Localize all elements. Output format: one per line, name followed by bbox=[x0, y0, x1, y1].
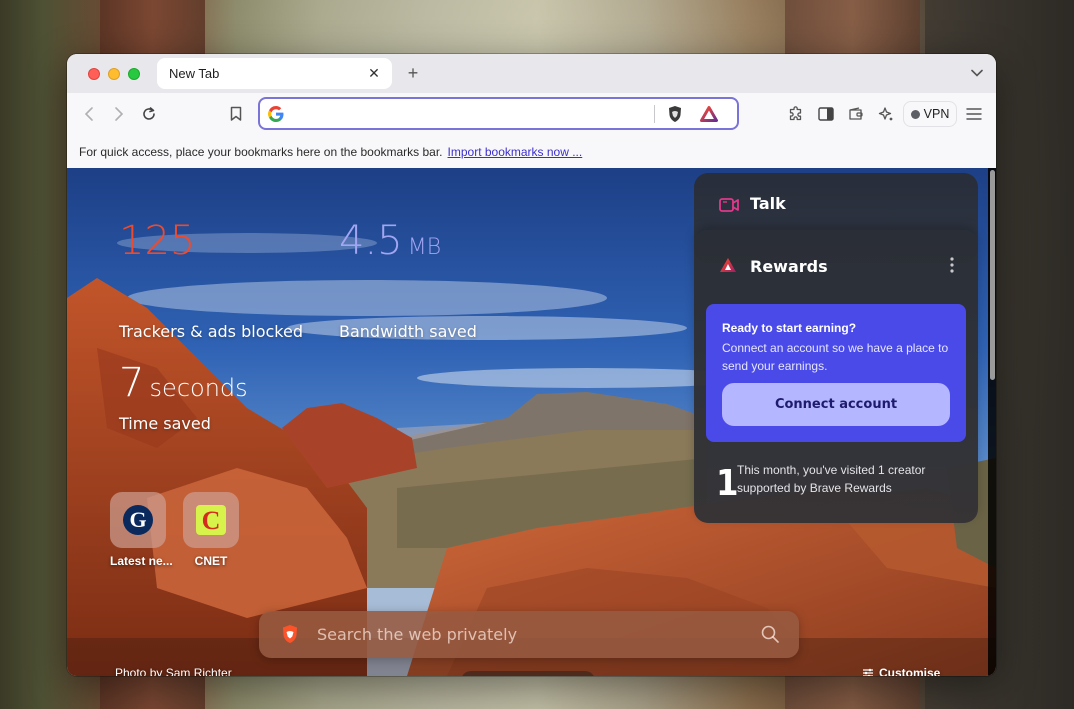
cnet-icon: C bbox=[196, 505, 226, 535]
bandwidth-saved-value: 4.5 MB bbox=[339, 218, 441, 264]
connect-account-button[interactable]: Connect account bbox=[722, 383, 950, 426]
brave-rewards-icon bbox=[720, 258, 736, 272]
sliders-icon bbox=[863, 668, 873, 676]
search-icon[interactable] bbox=[761, 625, 779, 643]
tab-title: New Tab bbox=[169, 66, 220, 81]
visited-creators-count: 1 bbox=[716, 463, 739, 504]
time-unit: seconds bbox=[149, 374, 248, 402]
rewards-onboarding-box: Ready to start earning? Connect an accou… bbox=[706, 304, 966, 442]
new-tab-page: 125 Trackers & ads blocked 4.5 MB Bandwi… bbox=[67, 168, 996, 676]
talk-title: Talk bbox=[750, 194, 786, 213]
vpn-label: VPN bbox=[923, 107, 950, 121]
address-input[interactable] bbox=[290, 103, 640, 125]
video-camera-icon bbox=[719, 198, 739, 212]
brave-rewards-icon[interactable] bbox=[698, 104, 720, 124]
wallet-icon[interactable] bbox=[844, 102, 868, 126]
bookmarks-bar-message: For quick access, place your bookmarks h… bbox=[79, 144, 443, 159]
time-number: 7 bbox=[119, 360, 145, 406]
customise-label: Customise bbox=[879, 666, 941, 676]
top-site-tile[interactable]: G Latest ne... bbox=[110, 492, 173, 568]
brave-lion-icon bbox=[283, 625, 297, 643]
more-vertical-icon[interactable] bbox=[946, 256, 958, 274]
search-input[interactable] bbox=[317, 623, 737, 645]
search-bar[interactable] bbox=[259, 611, 799, 658]
address-bar[interactable] bbox=[258, 97, 739, 130]
bandwidth-unit: MB bbox=[407, 235, 442, 260]
photo-credit[interactable]: Photo by Sam Richter bbox=[115, 666, 232, 676]
puzzle-icon[interactable] bbox=[784, 102, 808, 126]
vpn-button[interactable]: VPN bbox=[903, 101, 957, 127]
time-saved-label: Time saved bbox=[119, 414, 211, 433]
sidebar-icon[interactable] bbox=[814, 102, 838, 126]
top-site-tile[interactable]: C CNET bbox=[183, 492, 239, 568]
trackers-blocked-label: Trackers & ads blocked bbox=[119, 322, 303, 341]
bandwidth-saved-label: Bandwidth saved bbox=[339, 322, 477, 341]
svg-text:C: C bbox=[202, 506, 221, 535]
tab-strip: New Tab ✕ + bbox=[67, 54, 996, 93]
trackers-blocked-count: 125 bbox=[119, 218, 196, 264]
rewards-card: Rewards Ready to start earning? Connect … bbox=[694, 230, 978, 523]
guardian-icon: G bbox=[123, 505, 153, 535]
chevron-right-icon[interactable] bbox=[107, 102, 131, 126]
bandwidth-number: 4.5 bbox=[339, 218, 403, 264]
bookmark-icon[interactable] bbox=[224, 102, 248, 126]
visited-creators-text: This month, you've visited 1 creator sup… bbox=[737, 463, 926, 495]
google-icon bbox=[268, 106, 284, 122]
earn-title: Ready to start earning? bbox=[722, 321, 857, 335]
vpn-status-icon bbox=[910, 109, 920, 119]
chevron-left-icon[interactable] bbox=[77, 102, 101, 126]
earn-description: Connect an account so we have a place to… bbox=[722, 341, 949, 373]
bookmarks-bar: For quick access, place your bookmarks h… bbox=[67, 135, 996, 168]
hamburger-menu-icon[interactable] bbox=[962, 102, 986, 126]
widget-stack: Talk Rewards Ready to start earning? Con… bbox=[694, 173, 978, 523]
scrollbar-thumb[interactable] bbox=[990, 170, 995, 380]
rewards-title: Rewards bbox=[750, 257, 828, 276]
time-saved-value: 7 seconds bbox=[119, 360, 248, 406]
leo-ai-icon[interactable] bbox=[874, 102, 898, 126]
toolbar: VPN bbox=[67, 93, 996, 135]
reload-icon[interactable] bbox=[137, 102, 161, 126]
news-button[interactable]: News bbox=[461, 671, 595, 676]
browser-window: New Tab ✕ + VPN For quick access, place … bbox=[67, 54, 996, 676]
plus-icon[interactable]: + bbox=[403, 63, 423, 83]
scrollbar[interactable] bbox=[988, 168, 996, 676]
brave-shields-icon[interactable] bbox=[665, 104, 685, 124]
window-minimize-button[interactable] bbox=[108, 68, 120, 80]
close-icon[interactable]: ✕ bbox=[366, 65, 382, 81]
customise-button[interactable]: Customise bbox=[862, 666, 940, 676]
window-zoom-button[interactable] bbox=[128, 68, 140, 80]
import-bookmarks-link[interactable]: Import bookmarks now ... bbox=[448, 145, 583, 159]
chevron-down-icon[interactable] bbox=[968, 64, 986, 82]
top-site-label: Latest ne... bbox=[110, 554, 173, 568]
window-close-button[interactable] bbox=[88, 68, 100, 80]
tab-new-tab[interactable]: New Tab ✕ bbox=[157, 58, 392, 89]
top-site-label: CNET bbox=[194, 554, 228, 568]
svg-text:G: G bbox=[129, 507, 146, 532]
omnibox-divider bbox=[654, 105, 655, 123]
